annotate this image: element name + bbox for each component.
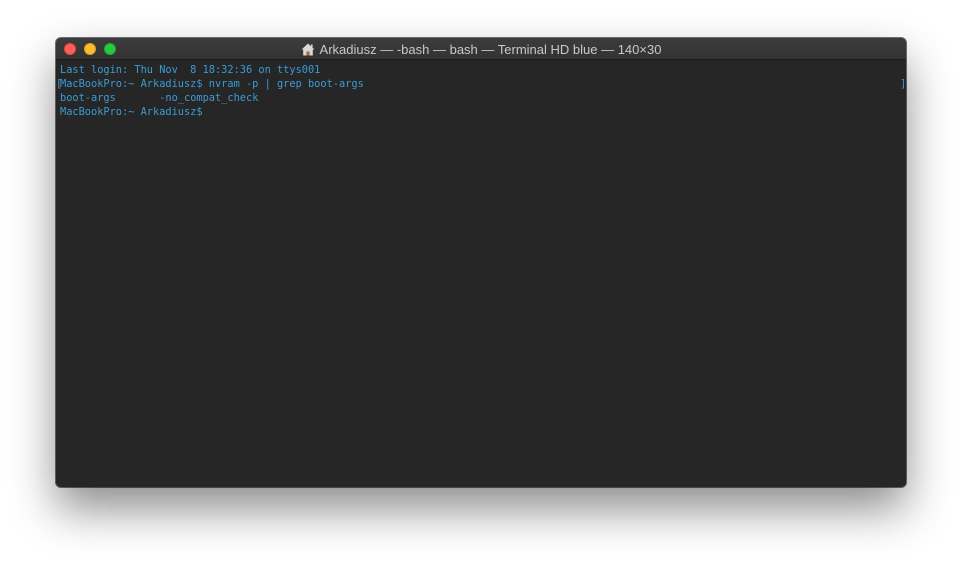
terminal-line-prompt: MacBookPro:~ Arkadiusz$: [60, 106, 209, 118]
terminal-line-last-login: Last login: Thu Nov 8 18:32:36 on ttys00…: [60, 64, 321, 76]
terminal-line-command: MacBookPro:~ Arkadiusz$ nvram -p | grep …: [60, 78, 364, 90]
window-title: Arkadiusz — -bash — bash — Terminal HD b…: [319, 41, 662, 57]
terminal-line-output: boot-args -no_compat_check: [60, 92, 259, 104]
home-icon: [301, 43, 315, 55]
terminal-content[interactable]: Last login: Thu Nov 8 18:32:36 on ttys00…: [56, 61, 906, 487]
title-bar[interactable]: Arkadiusz — -bash — bash — Terminal HD b…: [56, 38, 906, 60]
window-title-container: Arkadiusz — -bash — bash — Terminal HD b…: [56, 38, 906, 60]
terminal-window: Arkadiusz — -bash — bash — Terminal HD b…: [56, 38, 906, 487]
selection-bracket-right: ]: [900, 78, 906, 90]
